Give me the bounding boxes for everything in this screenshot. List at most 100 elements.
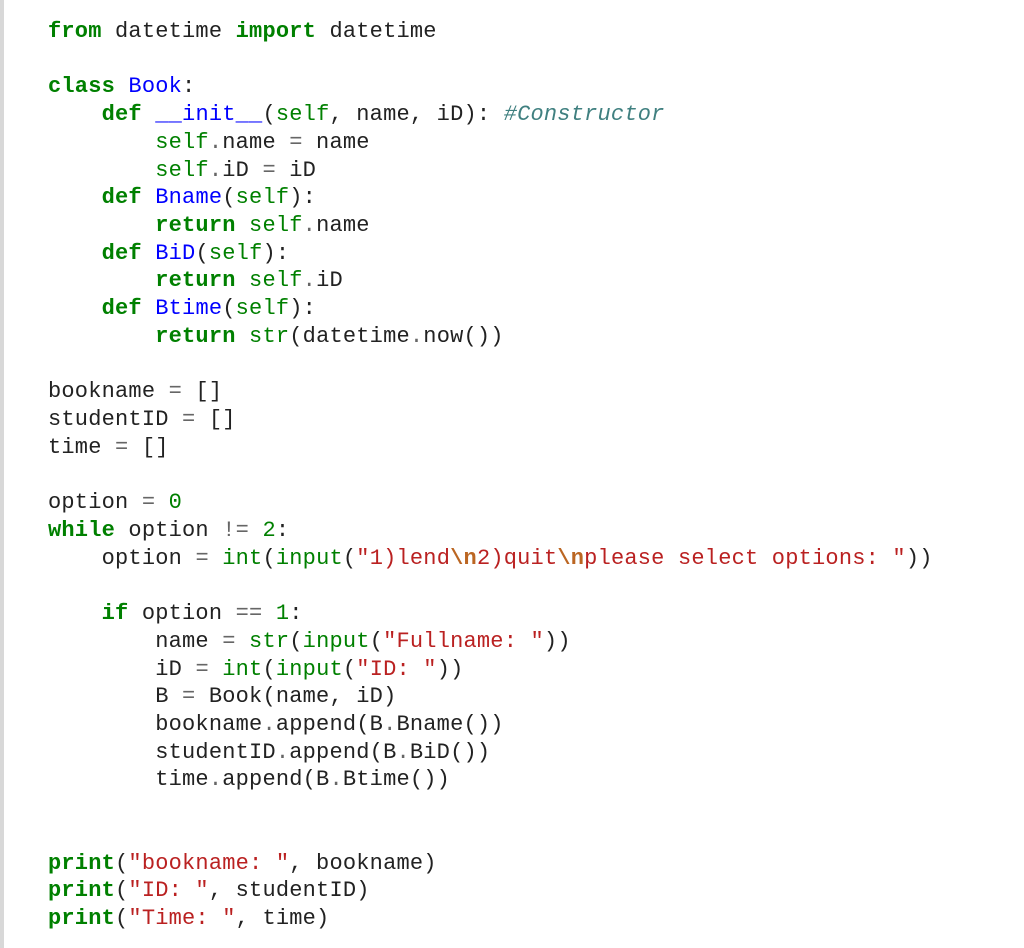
code-token — [48, 268, 155, 293]
code-token: . — [329, 767, 342, 792]
code-line: studentID.append(B.BiD()) — [48, 740, 490, 765]
code-line: class Book: — [48, 74, 195, 99]
code-token — [48, 296, 102, 321]
code-line: return self.name — [48, 213, 370, 238]
code-token — [115, 74, 128, 99]
code-token: if — [102, 601, 129, 626]
code-token: Btime — [155, 296, 222, 321]
code-token: = — [289, 130, 302, 155]
code-token: ): — [262, 241, 289, 266]
code-token: [] — [128, 435, 168, 460]
code-line: return str(datetime.now()) — [48, 324, 504, 349]
code-token: self — [155, 158, 209, 183]
code-token: iD — [48, 657, 195, 682]
code-token — [236, 268, 249, 293]
code-token: option — [48, 490, 142, 515]
code-token — [236, 629, 249, 654]
code-token — [48, 213, 155, 238]
code-token: . — [209, 767, 222, 792]
code-token — [48, 158, 155, 183]
code-line: print("Time: ", time) — [48, 906, 329, 931]
code-token: B — [48, 684, 182, 709]
code-token: . — [262, 712, 275, 737]
code-token: input — [276, 657, 343, 682]
code-token — [48, 823, 155, 848]
code-token: )) — [544, 629, 571, 654]
code-token: self — [276, 102, 330, 127]
code-token: ( — [222, 185, 235, 210]
code-token: "bookname: " — [128, 851, 289, 876]
code-token: (datetime — [289, 324, 410, 349]
code-token: "Time: " — [128, 906, 235, 931]
code-line: if option == 1: — [48, 601, 303, 626]
code-token: . — [303, 268, 316, 293]
code-token: BiD — [155, 241, 195, 266]
code-token: def — [102, 102, 142, 127]
code-token: BiD()) — [410, 740, 490, 765]
code-line: bookname.append(B.Bname()) — [48, 712, 504, 737]
code-token: . — [209, 158, 222, 183]
code-token: option — [128, 601, 235, 626]
code-line: return self.iD — [48, 268, 343, 293]
code-token: ( — [115, 906, 128, 931]
code-token: )) — [437, 657, 464, 682]
code-token: return — [155, 324, 235, 349]
code-token: iD — [316, 268, 343, 293]
code-token: = — [169, 379, 182, 404]
code-line — [48, 795, 155, 820]
code-token: : — [276, 518, 289, 543]
code-token: name — [222, 130, 289, 155]
code-line: studentID = [] — [48, 407, 236, 432]
code-token: )) — [906, 546, 933, 571]
code-token: option — [48, 546, 195, 571]
code-token: #Constructor — [504, 102, 665, 127]
code-token: self — [236, 185, 290, 210]
code-token: 0 — [169, 490, 182, 515]
code-token: . — [276, 740, 289, 765]
code-token: ( — [115, 851, 128, 876]
code-token: . — [396, 740, 409, 765]
code-line — [48, 573, 102, 598]
code-token: print — [48, 878, 115, 903]
code-token: import — [236, 19, 316, 44]
code-token — [236, 213, 249, 238]
code-token — [249, 518, 262, 543]
code-line: print("ID: ", studentID) — [48, 878, 370, 903]
code-token: ): — [289, 296, 316, 321]
code-token: option — [115, 518, 222, 543]
code-token: , time) — [236, 906, 330, 931]
code-token — [48, 185, 102, 210]
code-token: studentID — [48, 740, 276, 765]
code-token: . — [303, 213, 316, 238]
code-token: \n — [557, 546, 584, 571]
code-token: def — [102, 185, 142, 210]
code-token: iD — [222, 158, 262, 183]
code-token: [] — [182, 379, 222, 404]
code-token: ( — [195, 241, 208, 266]
code-token: ( — [262, 657, 275, 682]
code-token: \n — [450, 546, 477, 571]
code-line: bookname = [] — [48, 379, 222, 404]
code-token — [142, 241, 155, 266]
code-token: ( — [289, 629, 302, 654]
code-token: , bookname) — [289, 851, 436, 876]
code-token: self — [236, 296, 290, 321]
code-token: self — [249, 268, 303, 293]
code-token: def — [102, 296, 142, 321]
code-token — [142, 185, 155, 210]
code-token: , studentID) — [209, 878, 370, 903]
code-token: time — [48, 767, 209, 792]
code-token: self — [209, 241, 263, 266]
code-token: append(B — [276, 712, 383, 737]
code-token: int — [222, 546, 262, 571]
code-token: . — [383, 712, 396, 737]
code-token: [] — [195, 407, 235, 432]
code-token — [48, 130, 155, 155]
code-token: : — [182, 74, 195, 99]
code-token: != — [222, 518, 249, 543]
code-token: __init__ — [155, 102, 262, 127]
code-token: = — [182, 684, 195, 709]
code-token: = — [195, 546, 208, 571]
code-token: == — [236, 601, 263, 626]
code-token: input — [303, 629, 370, 654]
